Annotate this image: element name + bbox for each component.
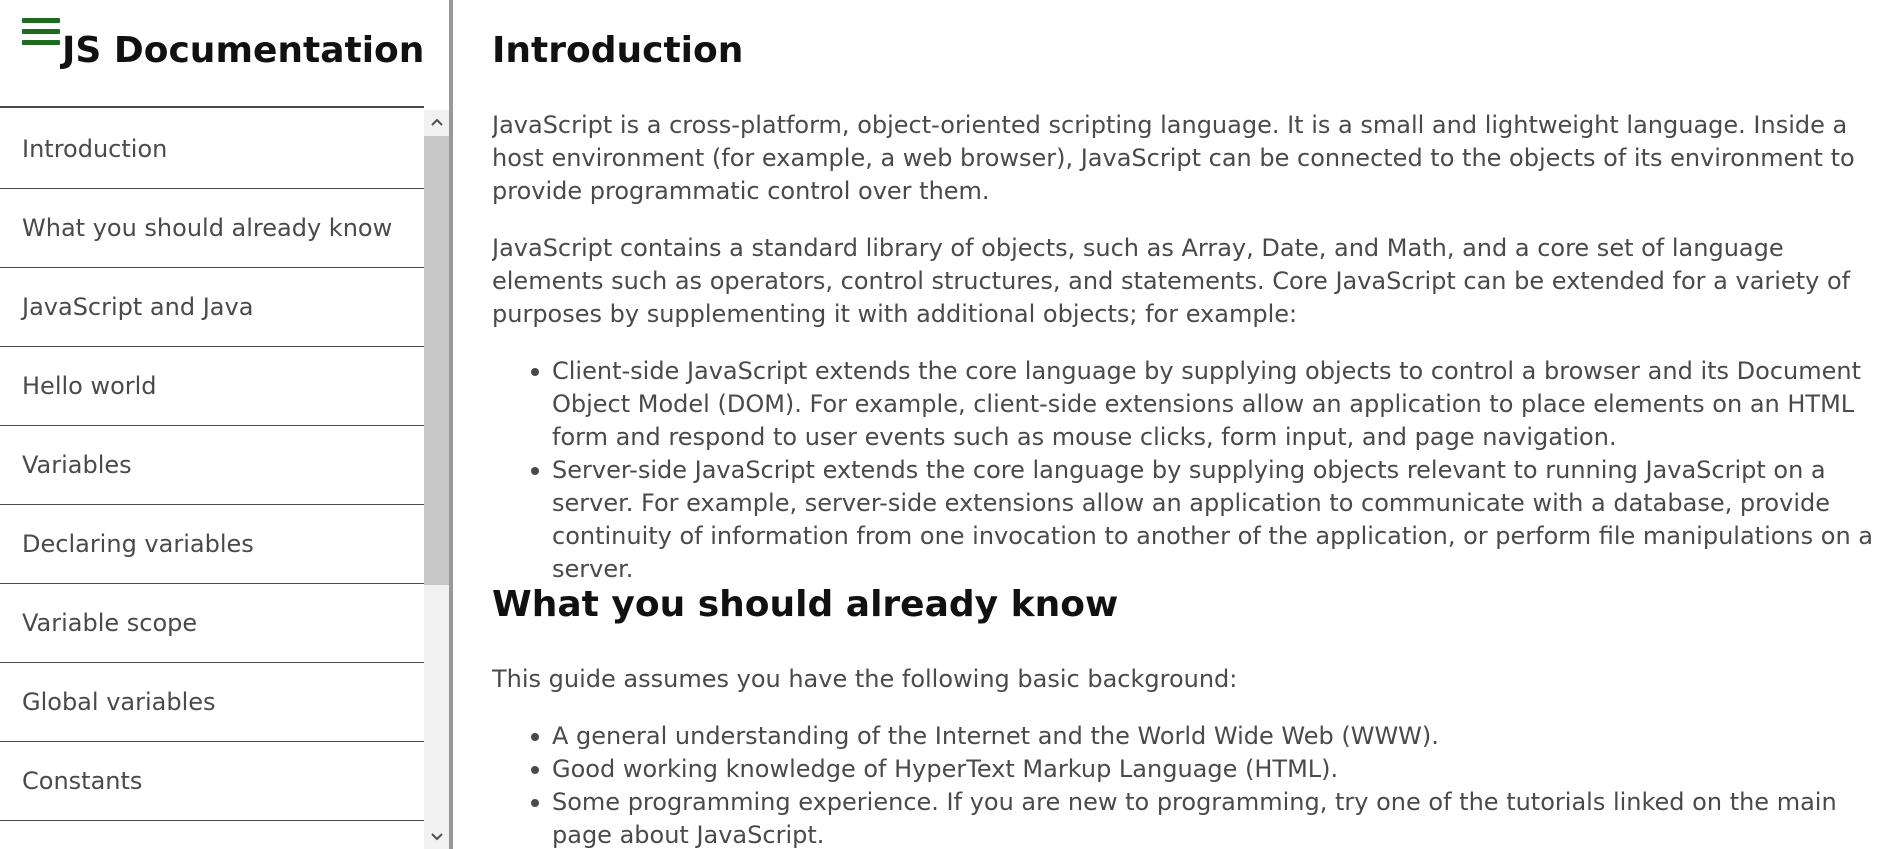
list-item: Client-side JavaScript extends the core … <box>531 355 1892 454</box>
section-title: What you should already know <box>492 584 1119 625</box>
main-content: Introduction JavaScript is a cross-platf… <box>492 0 1892 849</box>
nav-link-javascript-and-java[interactable]: JavaScript and Java <box>0 268 424 347</box>
nav-link-hello-world[interactable]: Hello world <box>0 347 424 426</box>
nav-link-declaring-variables[interactable]: Declaring variables <box>0 505 424 584</box>
list-item: A general understanding of the Internet … <box>531 720 1892 753</box>
nav-link-what-you-should-already-know[interactable]: What you should already know <box>0 189 424 268</box>
menu-icon-bar <box>22 29 60 34</box>
chevron-up-icon[interactable] <box>424 110 449 134</box>
menu-icon-bar <box>22 18 60 23</box>
bullet-list: Client-side JavaScript extends the core … <box>492 355 1892 586</box>
nav-link-label: Declaring variables <box>22 530 254 558</box>
app-window: JS Documentation Introduction What you s… <box>0 0 1892 849</box>
paragraph: JavaScript is a cross-platform, object-o… <box>492 111 1855 205</box>
section-title: Introduction <box>492 30 744 71</box>
list-item: Some programming experience. If you are … <box>531 786 1892 849</box>
nav-link-label: Global variables <box>22 688 216 716</box>
list-item: Good working knowledge of HyperText Mark… <box>531 753 1892 786</box>
scrollbar-thumb[interactable] <box>424 136 449 585</box>
list-item: Server-side JavaScript extends the core … <box>531 454 1892 586</box>
sidebar-divider <box>449 0 453 849</box>
nav-link-constants[interactable]: Constants <box>0 742 424 821</box>
chevron-up-icon-graphic <box>430 118 443 126</box>
paragraph: This guide assumes you have the followin… <box>492 665 1238 693</box>
hamburger-menu-icon[interactable] <box>22 18 60 48</box>
page-title: JS Documentation <box>62 30 425 71</box>
chevron-down-icon-graphic <box>430 833 443 841</box>
sidebar-nav: JS Documentation Introduction What you s… <box>0 0 451 849</box>
nav-list: Introduction What you should already kno… <box>0 110 424 849</box>
nav-link-label: Hello world <box>22 372 157 400</box>
bullet-list: A general understanding of the Internet … <box>492 720 1892 849</box>
nav-link-variables[interactable]: Variables <box>0 426 424 505</box>
paragraph: JavaScript contains a standard library o… <box>492 234 1851 328</box>
nav-link-variable-scope[interactable]: Variable scope <box>0 584 424 663</box>
nav-link-label: Constants <box>22 767 143 795</box>
chevron-down-icon[interactable] <box>424 825 449 849</box>
sidebar-header: JS Documentation <box>0 0 424 108</box>
nav-link-global-variables[interactable]: Global variables <box>0 663 424 742</box>
nav-link-introduction[interactable]: Introduction <box>0 110 424 189</box>
sidebar-scrollbar[interactable] <box>424 110 449 849</box>
nav-link-label: What you should already know <box>22 214 393 242</box>
menu-icon-bar <box>22 40 60 45</box>
nav-link-label: Variable scope <box>22 609 198 637</box>
nav-link-label: JavaScript and Java <box>22 293 254 321</box>
nav-link-label: Introduction <box>22 135 168 163</box>
nav-link-label: Variables <box>22 451 132 479</box>
